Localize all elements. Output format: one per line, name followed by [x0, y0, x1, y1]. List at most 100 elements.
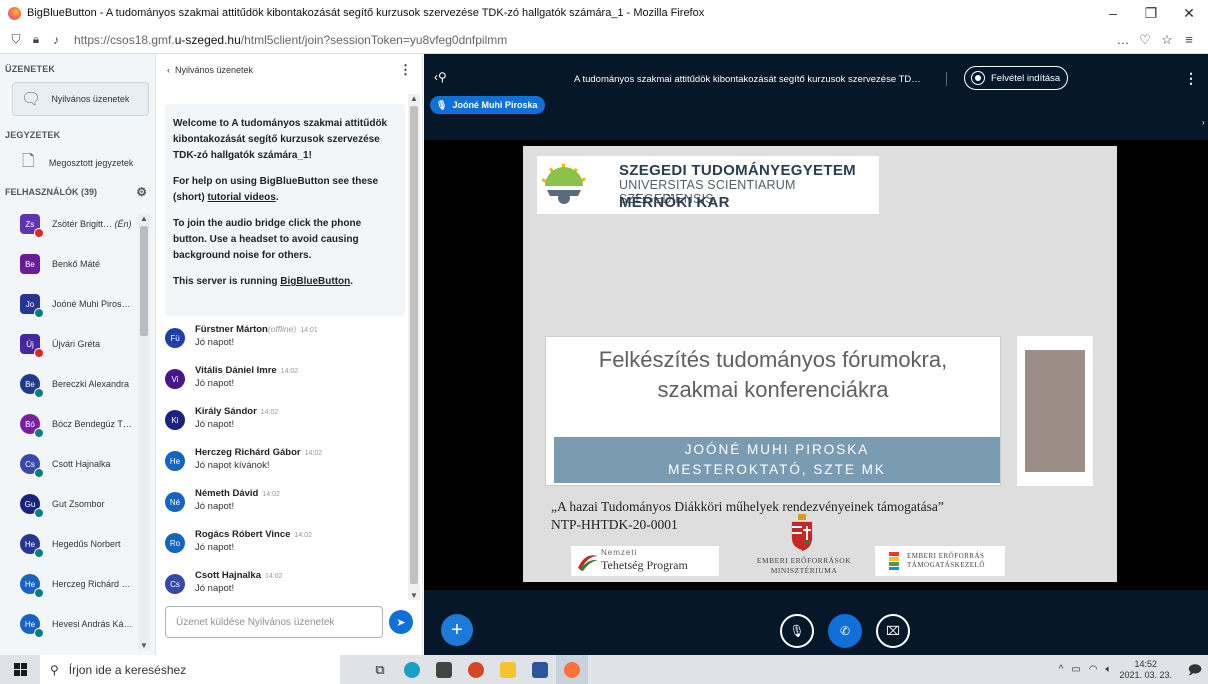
message-time: 14:02: [265, 573, 283, 580]
message-sender: Rogács Róbert Vince 14:02: [195, 529, 312, 540]
taskbar-app-powerpoint[interactable]: [460, 655, 492, 684]
user-list-item[interactable]: Gu Gut Zsombor: [0, 484, 155, 524]
audio-status-icon: [34, 508, 44, 518]
welcome-message: Welcome to A tudományos szakmai attitűdö…: [165, 104, 405, 316]
user-name: Újvári Gréta: [52, 339, 101, 349]
chat-title: Nyilvános üzenetek: [175, 65, 254, 75]
pocket-icon[interactable]: ♡: [1134, 32, 1156, 48]
slide-title-box: Felkészítés tudományos fórumokra, szakma…: [545, 336, 1001, 486]
volume-icon[interactable]: 🔈︎: [1105, 664, 1111, 675]
talker-name: Joóné Muhi Piroska: [452, 100, 538, 110]
message-time: 14:02: [280, 368, 299, 375]
clock[interactable]: 14:52 2021. 03. 23.: [1119, 659, 1172, 681]
microphone-permission-icon[interactable]: ♪: [48, 33, 64, 47]
avatar: Cs: [165, 574, 185, 594]
drag-handle-icon[interactable]: ›: [1202, 118, 1208, 128]
university-name: SZEGEDI TUDOMÁNYEGYETEM: [619, 162, 856, 179]
scrollbar-thumb[interactable]: [140, 226, 148, 336]
lock-icon[interactable]: 🔒︎: [28, 32, 44, 47]
user-list-item[interactable]: He Hevesi András Ká…: [0, 604, 155, 644]
page-actions-icon[interactable]: …: [1112, 32, 1134, 47]
audio-status-icon: [34, 308, 44, 318]
scroll-up-icon[interactable]: ▲: [408, 94, 420, 103]
leave-audio-button[interactable]: ✆: [828, 614, 862, 648]
scroll-down-icon[interactable]: ▼: [138, 641, 150, 650]
chat-options-icon[interactable]: ⋮: [399, 62, 412, 78]
user-list-item[interactable]: Be Benkő Máté: [0, 244, 155, 284]
user-list-item[interactable]: Bó Bócz Bendegúz T…: [0, 404, 155, 444]
start-button[interactable]: [0, 663, 40, 676]
taskbar-app-store[interactable]: [428, 655, 460, 684]
chat-message: Ki Király Sándor 14:02 Jó napot!: [165, 406, 405, 444]
user-name: Herczeg Richárd …: [52, 579, 131, 589]
user-list-item[interactable]: He Hegedűs Norbert: [0, 524, 155, 564]
task-view-button[interactable]: ⧉: [364, 655, 396, 684]
taskbar-search-placeholder: Írjon ide a kereséshez: [68, 662, 187, 677]
shield-icon[interactable]: ⛉: [8, 32, 24, 47]
shared-notes-button[interactable]: 🗋︎ Megosztott jegyzetek: [0, 146, 155, 180]
public-chat-button[interactable]: 🗨︎ Nyilvános üzenetek: [12, 82, 149, 116]
you-indicator: (Én): [114, 219, 132, 229]
message-time: 14:02: [260, 409, 279, 416]
share-webcam-button[interactable]: ⌧: [876, 614, 910, 648]
scroll-up-icon[interactable]: ▲: [138, 214, 150, 223]
message-sender: Herczeg Richárd Gábor 14:02: [195, 447, 323, 458]
user-list-item[interactable]: Be Bereczki Alexandra: [0, 364, 155, 404]
firefox-icon: [564, 661, 580, 678]
chat-header: ‹ Nyilvános üzenetek ⋮: [157, 54, 422, 86]
notifications-icon[interactable]: 🗩︎: [1188, 661, 1202, 683]
message-text: Jó napot kívánok!: [195, 460, 270, 471]
audio-status-icon: [34, 548, 44, 558]
wifi-icon[interactable]: ◠: [1089, 664, 1098, 675]
start-recording-button[interactable]: Felvétel indítása: [964, 66, 1068, 90]
taskbar-app-explorer[interactable]: [492, 655, 524, 684]
network-icon[interactable]: ▭: [1071, 664, 1080, 675]
chat-scrollbar[interactable]: ▲ ▼: [408, 94, 420, 600]
message-text: Jó napot!: [195, 583, 235, 594]
user-list-toggle-icon[interactable]: ‹⚲: [434, 70, 447, 84]
system-tray: ^ ▭ ◠ 🔈︎ 14:52 2021. 03. 23.: [1059, 655, 1172, 684]
user-name: Hegedűs Norbert: [52, 539, 121, 549]
chat-back-button[interactable]: ‹ Nyilvános üzenetek: [167, 65, 253, 75]
user-list-scrollbar[interactable]: ▲ ▼: [138, 214, 150, 650]
word-icon: [532, 661, 548, 678]
notes-section-title: JEGYZETEK: [5, 130, 61, 140]
user-name: Joóné Muhi Piros…: [52, 299, 131, 309]
chat-message: Ro Rogács Róbert Vince 14:02 Jó napot!: [165, 529, 405, 567]
mute-button[interactable]: 🎙︎: [780, 614, 814, 648]
chat-panel: ‹ Nyilvános üzenetek ⋮ Welcome to A tudo…: [157, 54, 423, 655]
url-field[interactable]: https://csos18.gmf.u-szeged.hu/html5clie…: [68, 33, 1112, 47]
menu-icon[interactable]: ≡: [1178, 32, 1200, 47]
user-list-item[interactable]: Cs Csott Hajnalka: [0, 444, 155, 484]
taskbar-app-edge[interactable]: [396, 655, 428, 684]
minimize-button[interactable]: –: [1094, 5, 1132, 21]
avatar: He: [20, 534, 44, 558]
phone-icon: ✆: [839, 624, 851, 638]
scrollbar-thumb[interactable]: [410, 106, 418, 584]
user-list-item[interactable]: Jo Joóné Muhi Piros…: [0, 284, 155, 324]
bookmark-star-icon[interactable]: ☆: [1156, 32, 1178, 48]
record-icon: [971, 71, 985, 85]
close-button[interactable]: ✕: [1170, 5, 1208, 22]
tutorial-videos-link[interactable]: tutorial videos: [207, 192, 275, 203]
talking-indicator: 🎙︎ Joóné Muhi Piroska: [430, 96, 546, 114]
ntp-swoosh-icon: [578, 555, 598, 571]
options-menu-icon[interactable]: ⋮: [1184, 70, 1198, 87]
taskbar-app-firefox[interactable]: [556, 655, 588, 684]
send-arrow-icon: ➤: [396, 616, 406, 629]
actions-plus-button[interactable]: +: [441, 614, 473, 646]
user-list-item[interactable]: He Herczeg Richárd …: [0, 564, 155, 604]
gear-icon[interactable]: ⚙: [136, 185, 147, 199]
user-list-item[interactable]: Zs Zsötér Brigitt… (Én): [0, 204, 155, 244]
user-list-item[interactable]: Új Újvári Gréta: [0, 324, 155, 364]
taskbar-app-word[interactable]: [524, 655, 556, 684]
presentation-area: ‹⚲ A tudományos szakmai attitűdök kibont…: [424, 54, 1208, 655]
scroll-down-icon[interactable]: ▼: [408, 591, 420, 600]
send-button[interactable]: ➤: [389, 610, 413, 634]
chat-message-input[interactable]: Üzenet küldése Nyilvános üzenetek: [165, 606, 383, 638]
taskbar-search[interactable]: ⚲ Írjon ide a kereséshez: [40, 655, 340, 684]
bigbluebutton-link[interactable]: BigBlueButton: [280, 276, 350, 287]
maximize-button[interactable]: ❐: [1132, 5, 1170, 22]
tray-overflow-icon[interactable]: ^: [1059, 664, 1064, 675]
avatar: Né: [165, 492, 185, 512]
